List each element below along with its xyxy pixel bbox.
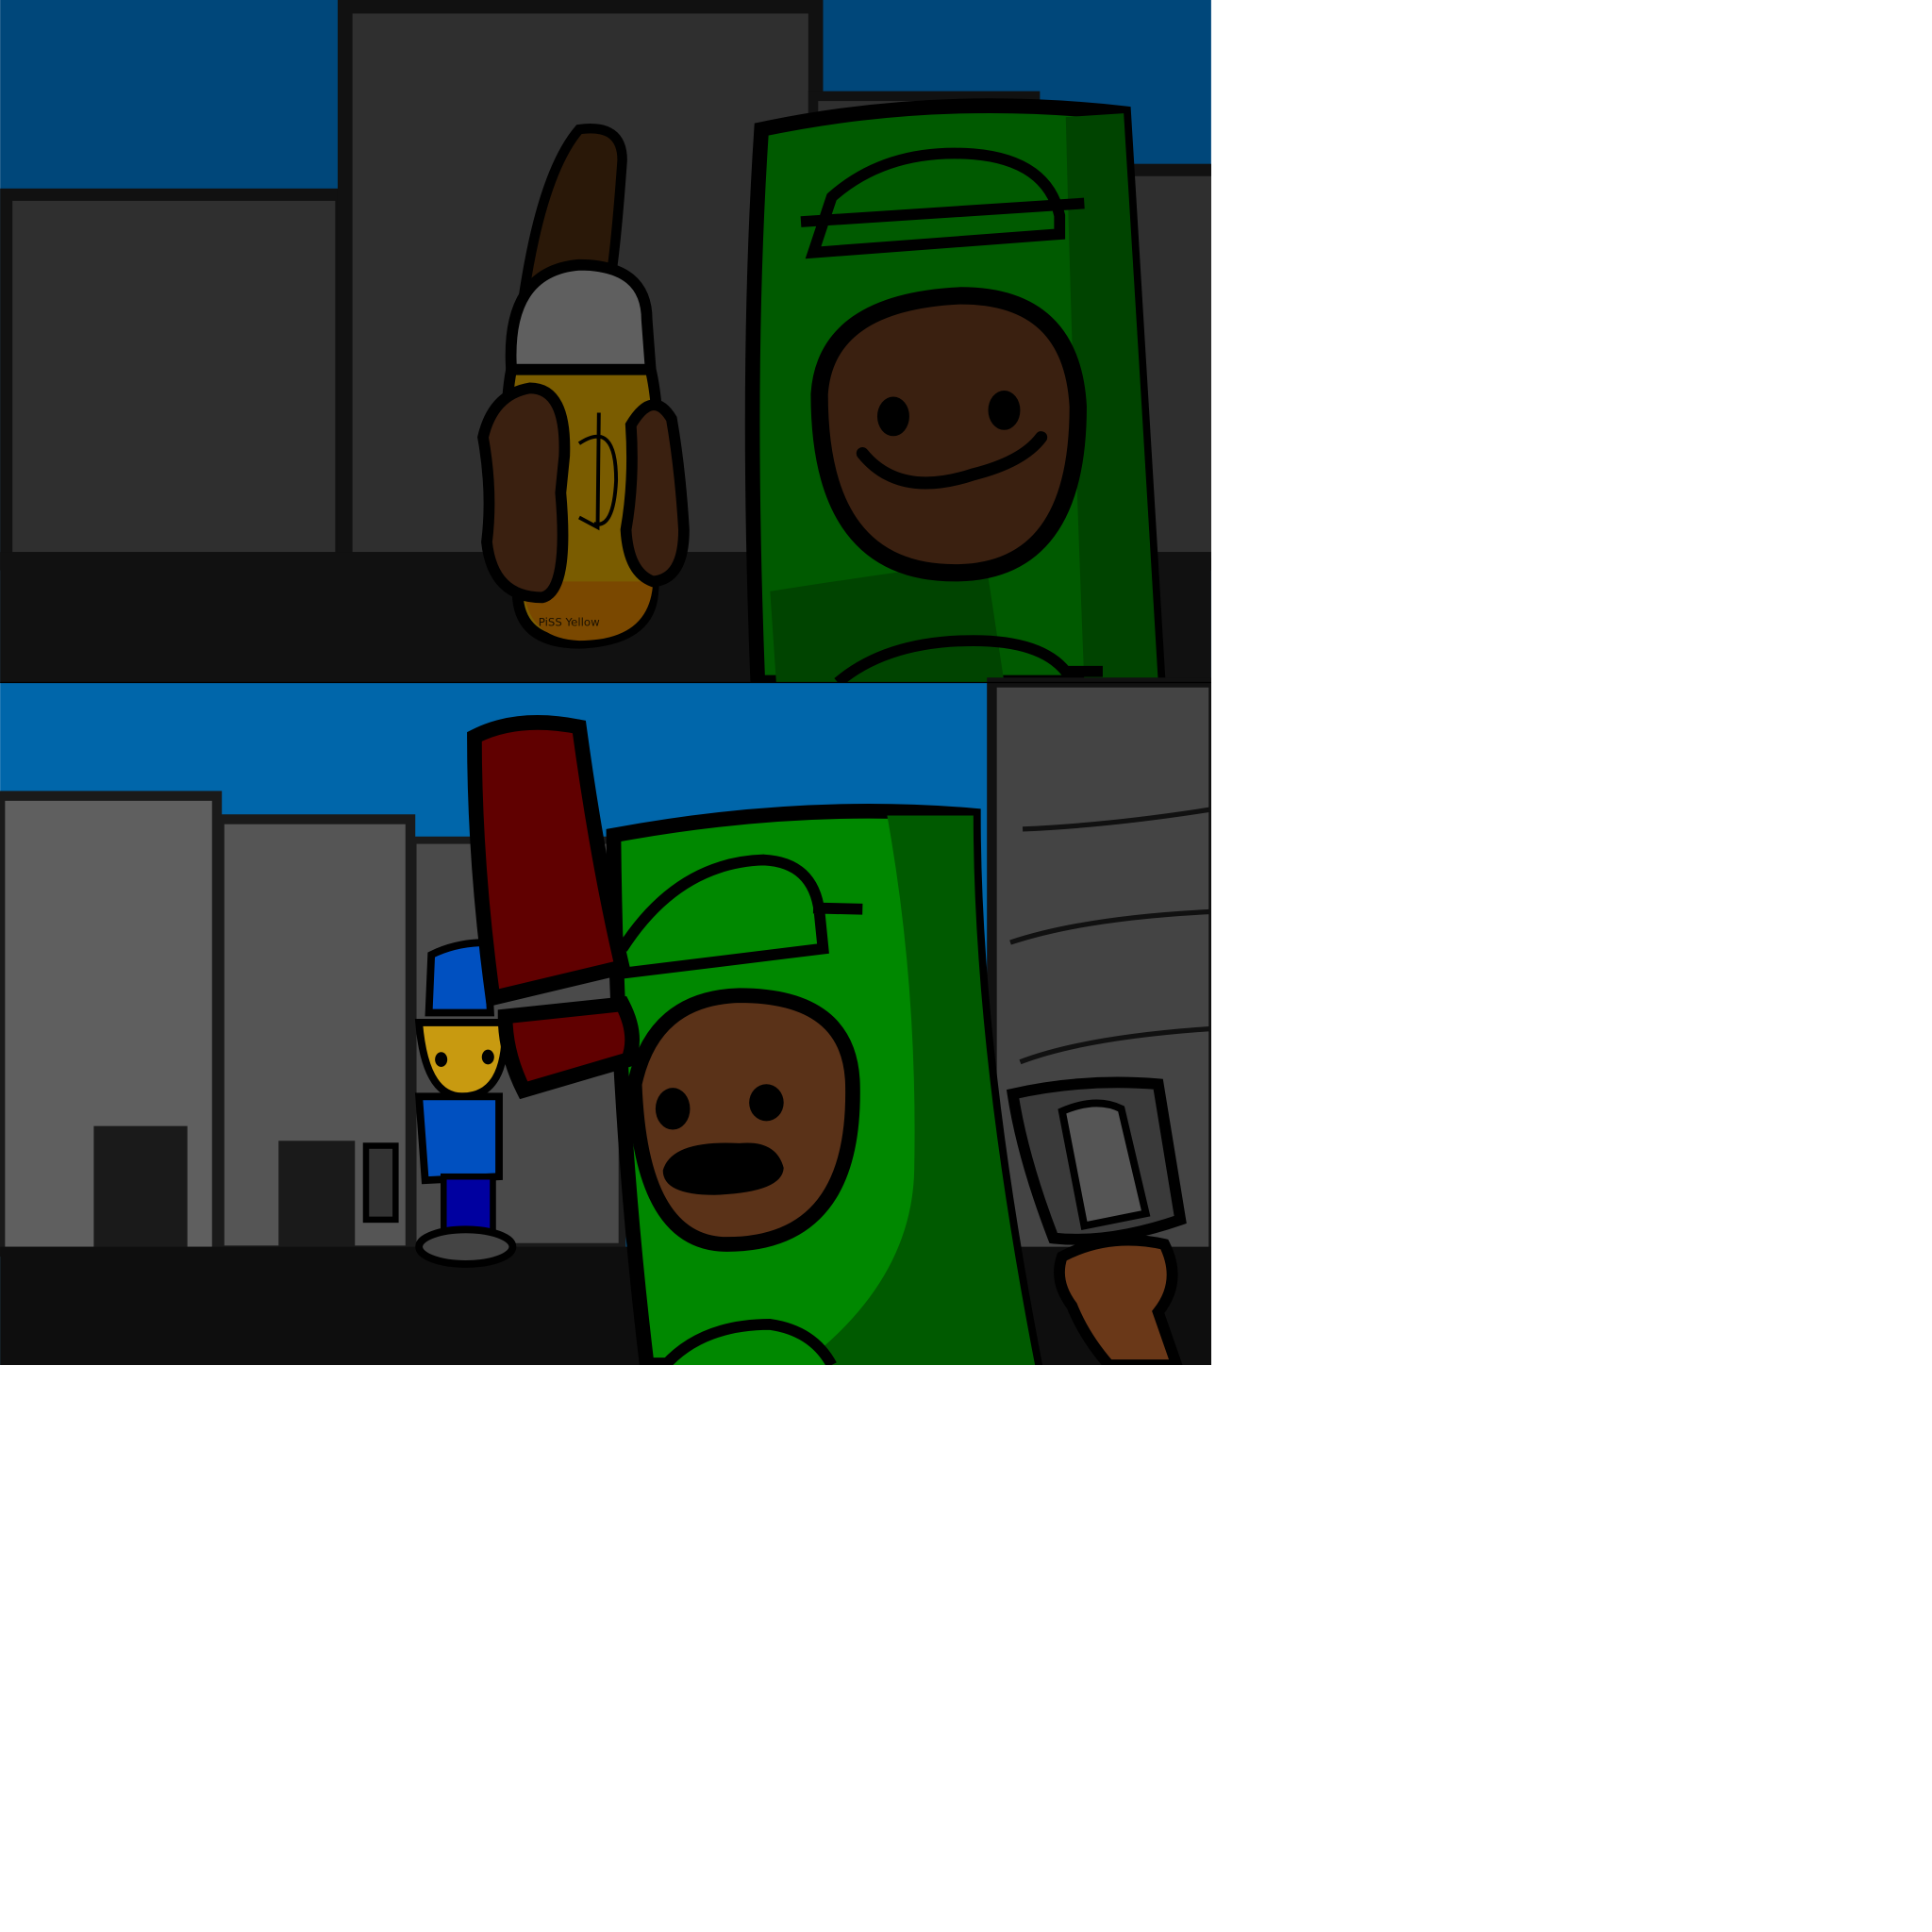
green-character — [744, 98, 1167, 691]
panel-1: PiSS Yellow — [0, 0, 1211, 691]
gun — [362, 1142, 399, 1224]
trash-bin — [278, 1141, 356, 1250]
green-character — [606, 804, 1043, 1365]
comic-strip: PiSS Yellow — [0, 0, 1211, 1365]
trash-bin — [93, 1125, 188, 1250]
building — [0, 188, 348, 571]
eye — [749, 1084, 784, 1122]
eye — [655, 1088, 691, 1130]
eye — [876, 396, 909, 437]
eye — [988, 390, 1021, 430]
bottle-label: PiSS Yellow — [539, 615, 600, 628]
panel-2 — [0, 677, 1211, 1365]
